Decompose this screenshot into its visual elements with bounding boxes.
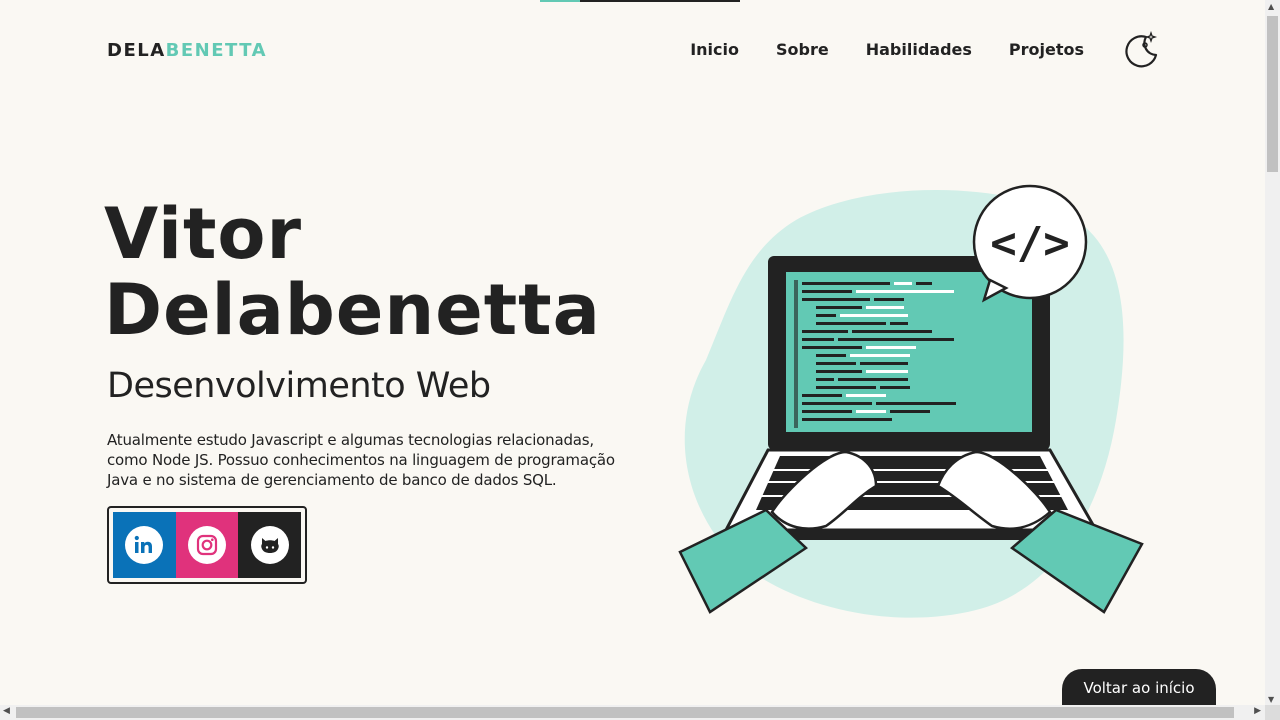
scrollbar-corner [1265,705,1280,720]
linkedin-button[interactable] [113,512,176,578]
horizontal-scrollbar[interactable]: ◀ ▶ [0,705,1265,720]
hero-name-line2: Delabenetta [104,269,601,351]
logo-part1: DELA [107,40,166,61]
code-tag-badge: </> [990,218,1069,269]
back-to-top-button[interactable]: Voltar ao início [1062,669,1216,709]
github-button[interactable] [238,512,302,578]
developer-laptop-illustration: </> [678,184,1144,618]
horizontal-scroll-thumb[interactable] [16,707,1234,718]
nav-link-inicio[interactable]: Inicio [690,40,739,59]
nav-link-projetos[interactable]: Projetos [1009,40,1084,59]
scroll-up-icon[interactable]: ▲ [1268,2,1274,11]
hero-description: Atualmente estudo Javascript e algumas t… [107,431,615,489]
scroll-progress-bar [540,0,740,2]
instagram-icon [188,526,226,564]
vertical-scrollbar[interactable]: ▲ ▼ [1265,0,1280,706]
nav-link-sobre[interactable]: Sobre [776,40,829,59]
scroll-right-icon[interactable]: ▶ [1254,706,1261,716]
theme-toggle-button[interactable] [1122,30,1160,69]
main-nav: Inicio Sobre Habilidades Projetos [690,40,1084,59]
vertical-scroll-thumb[interactable] [1267,16,1278,172]
scroll-down-icon[interactable]: ▼ [1268,695,1274,704]
scroll-left-icon[interactable]: ◀ [3,706,10,716]
moon-sparkle-icon [1125,30,1158,68]
nav-link-habilidades[interactable]: Habilidades [866,40,972,59]
logo-part2: BENETTA [165,40,268,61]
scroll-progress-fill [540,0,580,2]
hero-role: Desenvolvimento Web [107,366,491,406]
github-icon [250,526,289,564]
hero-name: Vitor Delabenetta [104,196,601,348]
instagram-button[interactable] [175,512,239,578]
social-links [107,506,307,584]
site-logo[interactable]: DELABENETTA [107,40,267,61]
linkedin-icon [125,526,164,564]
hero-name-line1: Vitor [104,193,303,275]
